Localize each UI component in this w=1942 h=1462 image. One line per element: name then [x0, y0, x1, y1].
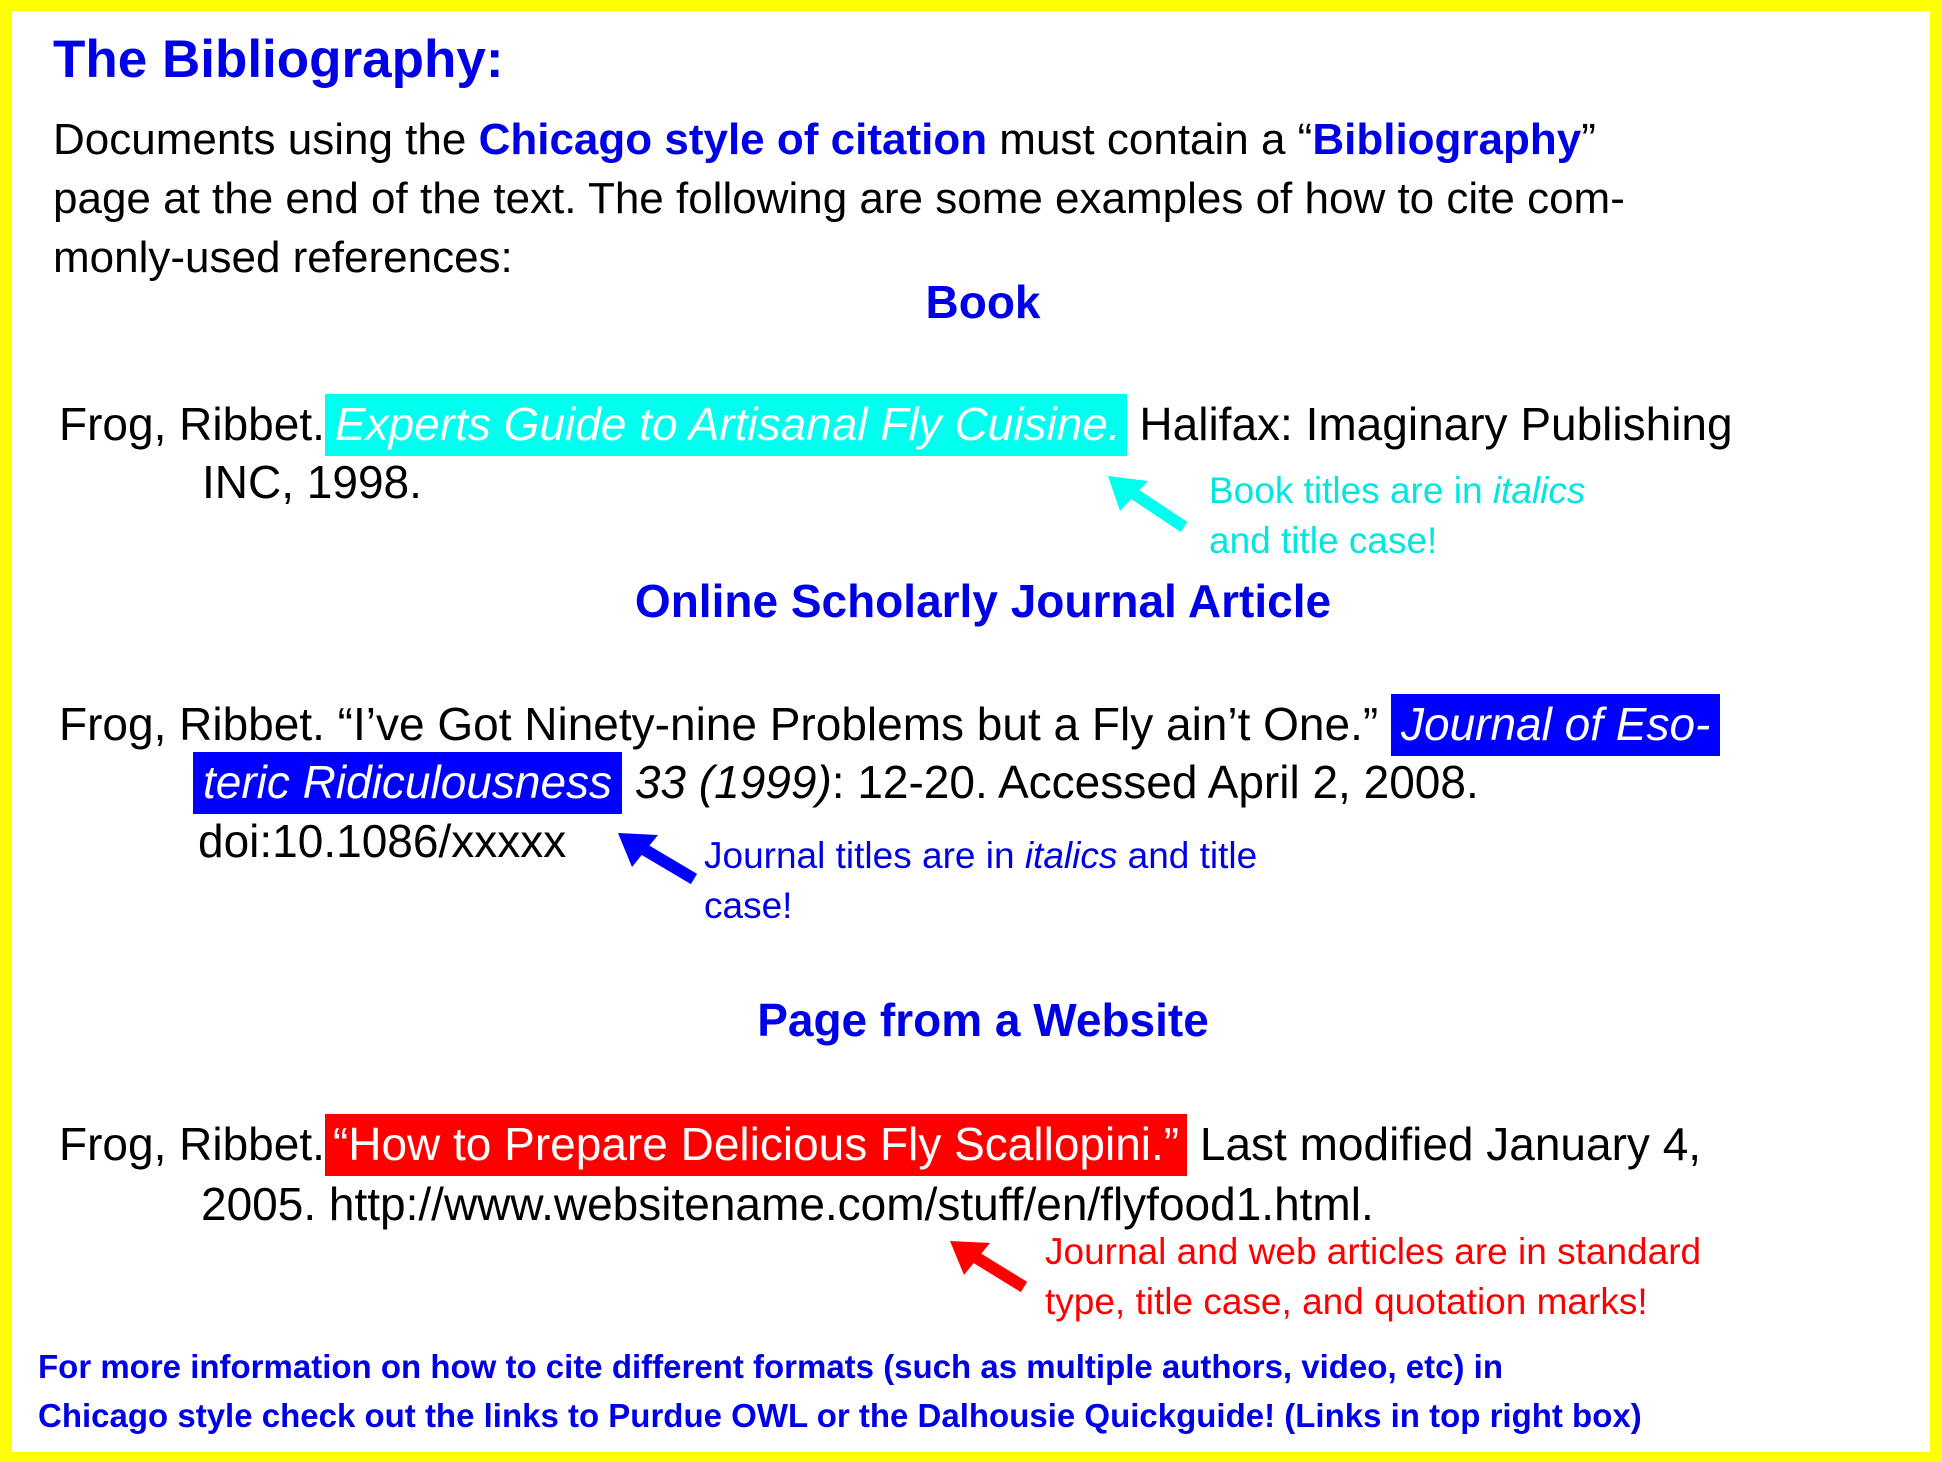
citation-date: Last modified January 4,	[1187, 1118, 1702, 1170]
book-citation-line-2: INC, 1998.	[202, 456, 422, 508]
intro-text: Documents using the	[53, 115, 479, 164]
heading-journal: Online Scholarly Journal Article	[634, 575, 1332, 627]
chicago-style-emphasis: Chicago style of citation	[478, 115, 988, 164]
book-title-highlight: Experts Guide to Artisanal Fly Cuisine.	[324, 394, 1127, 456]
citation-pages: : 12-20. Accessed April 2, 2008.	[831, 756, 1479, 808]
citation-article-title: Frog, Ribbet. “I’ve Got Ninety-nine Prob…	[59, 698, 1391, 750]
note-text: and title	[1117, 835, 1258, 876]
note-text: Book titles are in	[1209, 470, 1493, 511]
citation-volume: 33 (1999)	[622, 756, 832, 808]
website-citation-line-1: Frog, Ribbet. “How to Prepare Delicious F…	[59, 1114, 1702, 1176]
web-title-highlight: “How to Prepare Delicious Fly Scallopini…	[324, 1114, 1188, 1176]
journal-title-highlight-1: Journal of Eso-	[1390, 694, 1721, 756]
note-text: Journal and web articles are in standard	[1045, 1231, 1702, 1272]
journal-citation-line-2: teric Ridiculousness 33 (1999): 12-20. A…	[193, 752, 1479, 814]
heading-website: Page from a Website	[757, 994, 1209, 1046]
page-title: The Bibliography:	[53, 30, 504, 89]
intro-line-1: Documents using the Chicago style of cit…	[53, 115, 1596, 165]
note-italic: italics	[1024, 835, 1118, 876]
website-note: Journal and web articles are in standard…	[1045, 1227, 1701, 1327]
note-italic: italics	[1492, 470, 1586, 511]
bibliography-emphasis: Bibliography	[1312, 115, 1582, 164]
book-note: Book titles are in italics and title cas…	[1209, 466, 1585, 566]
footer-line-1: For more information on how to cite diff…	[38, 1348, 1503, 1385]
citation-author: Frog, Ribbet.	[59, 398, 325, 450]
journal-title-highlight-2: teric Ridiculousness	[193, 752, 623, 814]
intro-line-3: monly-used references:	[53, 233, 513, 282]
bibliography-page: The Bibliography: Documents using the Ch…	[12, 11, 1930, 1452]
heading-book: Book	[925, 276, 1041, 328]
footer-line-2: Chicago style check out the links to Pur…	[38, 1397, 1642, 1434]
journal-citation-line-1: Frog, Ribbet. “I’ve Got Ninety-nine Prob…	[59, 694, 1721, 756]
journal-citation-line-3: doi:10.1086/xxxxx	[198, 815, 567, 867]
website-citation-line-2: 2005. http://www.websitename.com/stuff/e…	[201, 1178, 1374, 1230]
note-text: type, title case, and quotation marks!	[1045, 1281, 1648, 1322]
intro-text: ”	[1581, 115, 1596, 164]
red-arrow-icon	[950, 1241, 1028, 1293]
journal-note: Journal titles are in italics and title …	[704, 831, 1257, 931]
intro-line-2: page at the end of the text. The followi…	[53, 174, 1625, 223]
citation-publisher: Halifax: Imaginary Publishing	[1126, 398, 1733, 450]
intro-text: must contain a “	[987, 115, 1313, 164]
citation-author: Frog, Ribbet.	[59, 1118, 325, 1170]
note-text: Journal titles are in	[704, 835, 1025, 876]
note-text: case!	[704, 885, 793, 926]
note-text: and title case!	[1209, 520, 1438, 561]
book-citation-line-1: Frog, Ribbet. Experts Guide to Artisanal …	[59, 394, 1733, 456]
